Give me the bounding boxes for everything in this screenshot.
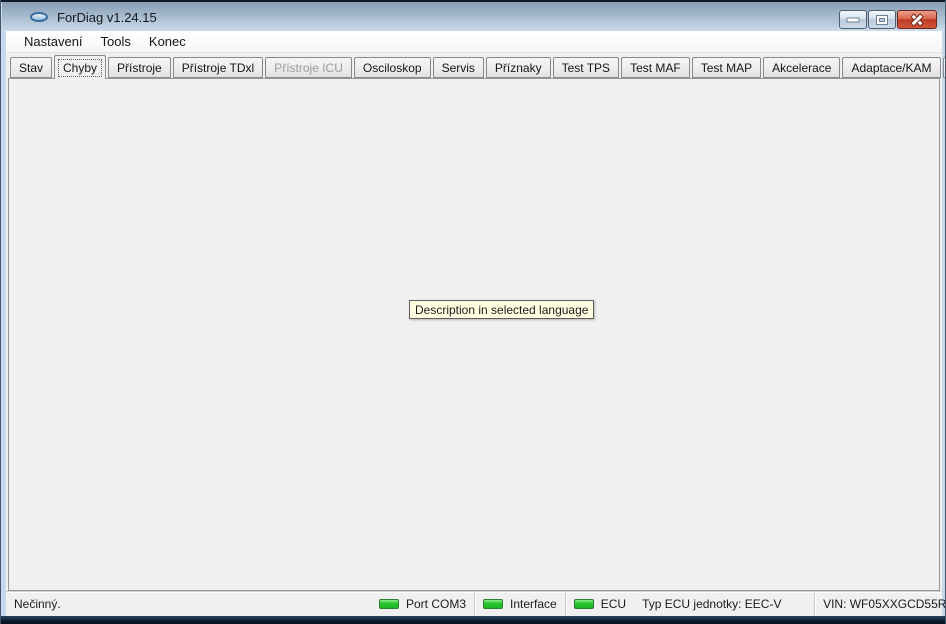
minimize-button[interactable] xyxy=(839,10,867,29)
status-indicator-interface: Interface xyxy=(474,592,565,616)
window-frame-bottom xyxy=(1,616,945,624)
close-button[interactable] xyxy=(897,10,937,29)
window-controls xyxy=(839,10,937,29)
tab-stav[interactable]: Stav xyxy=(10,57,52,78)
maximize-button[interactable] xyxy=(868,10,896,29)
app-window: ForDiag v1.24.15 NastaveníToolsKonec Sta… xyxy=(0,0,946,624)
title-bar: ForDiag v1.24.15 xyxy=(2,2,946,31)
green-led-icon xyxy=(574,599,594,609)
tab-pristroje-tdxl[interactable]: Přístroje TDxl xyxy=(173,57,263,78)
vin-text: VIN: WF05XXGCD55R29651 xyxy=(823,597,946,611)
tab-test-maf[interactable]: Test MAF xyxy=(621,57,690,78)
tab-pristroje[interactable]: Přístroje xyxy=(108,57,171,78)
indicator-label: ECU xyxy=(601,597,626,611)
status-bar: Nečinný. Port COM3 Interface ECU Typ ECU… xyxy=(6,591,942,616)
tab-strip: StavChybyPřístrojePřístroje TDxlPřístroj… xyxy=(10,55,946,79)
tab-priznaky[interactable]: Příznaky xyxy=(486,57,551,78)
status-state: Nečinný. xyxy=(6,592,371,616)
tab-servis[interactable]: Servis xyxy=(433,57,484,78)
window-title: ForDiag v1.24.15 xyxy=(57,10,157,25)
tab-page-chyby xyxy=(8,78,940,591)
green-led-icon xyxy=(379,599,399,609)
tab-special[interactable]: Speciál xyxy=(943,57,946,78)
maximize-icon xyxy=(877,16,887,24)
tab-akcelerace[interactable]: Akcelerace xyxy=(763,57,840,78)
status-vin: VIN: WF05XXGCD55R29651 xyxy=(814,592,946,616)
status-indicator-ecu: ECU xyxy=(565,592,634,616)
app-logo-icon xyxy=(30,12,48,22)
indicator-label: Interface xyxy=(510,597,557,611)
tab-test-map[interactable]: Test MAP xyxy=(692,57,761,78)
status-indicators: Port COM3 Interface ECU xyxy=(371,592,634,616)
menu-item-tools[interactable]: Tools xyxy=(92,32,140,51)
close-icon xyxy=(898,11,936,28)
menu-bar: NastaveníToolsKonec xyxy=(6,31,942,53)
tab-adaptace-kam[interactable]: Adaptace/KAM xyxy=(842,57,940,78)
status-indicator-port-com3: Port COM3 xyxy=(371,592,474,616)
tab-chyby[interactable]: Chyby xyxy=(54,55,106,79)
minimize-icon xyxy=(848,18,859,21)
tab-osciloskop[interactable]: Osciloskop xyxy=(354,57,431,78)
menu-item-nastaveni[interactable]: Nastavení xyxy=(15,32,92,51)
status-ecu-type: Typ ECU jednotky: EEC-V xyxy=(634,592,814,616)
menu-item-konec[interactable]: Konec xyxy=(140,32,195,51)
tooltip: Description in selected language xyxy=(409,300,594,319)
green-led-icon xyxy=(483,599,503,609)
indicator-label: Port COM3 xyxy=(406,597,466,611)
tab-test-tps[interactable]: Test TPS xyxy=(553,57,619,78)
tab-pristroje-icu[interactable]: Přístroje ICU xyxy=(265,57,352,78)
